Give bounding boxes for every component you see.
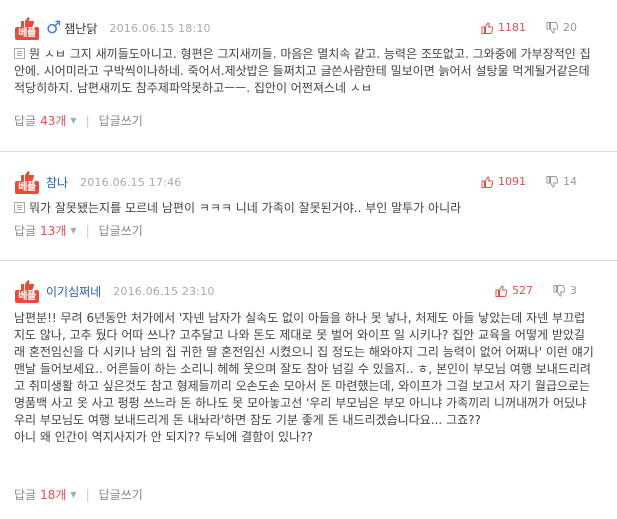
chevron-down-icon: ▼ xyxy=(70,226,77,235)
comment-header: 베플 ♂ 잼난닭 2016.06.15 18:10 xyxy=(14,16,211,40)
comment-list: 베플 ♂ 잼난닭 2016.06.15 18:10 1181 20 뭔 ㅅㅂ 그… xyxy=(0,0,617,518)
downvote-count: 14 xyxy=(563,175,577,188)
thumbs-up-icon xyxy=(481,175,493,188)
comment-header: 베플 이기심쩌네 2016.06.15 23:10 xyxy=(14,279,215,303)
vote-box: 1091 14 xyxy=(481,175,577,188)
mobile-icon xyxy=(14,202,25,213)
downvote-button[interactable]: 14 xyxy=(546,175,577,188)
chevron-down-icon: ▼ xyxy=(70,490,77,499)
divider: | xyxy=(85,113,90,128)
best-label: 베플 xyxy=(15,289,39,303)
write-reply-button[interactable]: 답글쓰기 xyxy=(99,486,143,503)
comment-footer: 답글 43개 ▼ | 답글쓰기 xyxy=(14,112,143,129)
comment-body: 뭔 ㅅㅂ 그지 새끼들도아니고. 형편은 그지새끼들. 마음은 멸치속 같고. … xyxy=(14,46,595,97)
comment-date: 2016.06.15 23:10 xyxy=(113,284,215,298)
reply-count: 43개 xyxy=(40,114,67,128)
reply-label: 답글 xyxy=(14,488,37,502)
comment-header: 베플 참나 2016.06.15 17:46 xyxy=(14,170,181,194)
write-reply-button[interactable]: 답글쓰기 xyxy=(99,222,143,239)
upvote-button[interactable]: 1181 xyxy=(481,21,526,34)
comment-footer: 답글 13개 ▼ | 답글쓰기 xyxy=(14,222,143,239)
best-label: 베플 xyxy=(15,26,39,40)
reply-toggle[interactable]: 답글 43개 ▼ xyxy=(14,112,77,129)
thumbs-up-icon xyxy=(21,170,34,181)
reply-count: 18개 xyxy=(40,488,67,502)
downvote-button[interactable]: 3 xyxy=(553,284,577,297)
comment-text: 남편분!! 무려 6년동안 처가에서 '자넨 남자가 실속도 없이 아들을 하나… xyxy=(14,311,594,444)
upvote-count: 1181 xyxy=(498,21,526,34)
thumbs-up-icon xyxy=(21,279,34,290)
thumbs-down-icon xyxy=(546,175,558,188)
comment-text: 뭐가 잘못됐는지를 모르네 남편이 ㅋㅋㅋ 니네 가족이 잘못된거야.. 부인 … xyxy=(29,201,462,215)
reply-label: 답글 xyxy=(14,114,37,128)
nickname[interactable]: 잼난닭 xyxy=(64,20,97,37)
comment-item: 베플 ♂ 잼난닭 2016.06.15 18:10 1181 20 뭔 ㅅㅂ 그… xyxy=(0,0,617,145)
thumbs-down-icon xyxy=(553,284,565,297)
thumbs-up-icon xyxy=(481,21,493,34)
upvote-button[interactable]: 527 xyxy=(495,284,533,297)
vote-box: 1181 20 xyxy=(481,21,577,34)
write-reply-button[interactable]: 답글쓰기 xyxy=(99,112,143,129)
vote-box: 527 3 xyxy=(495,284,577,297)
upvote-count: 1091 xyxy=(498,175,526,188)
thumbs-up-icon xyxy=(495,284,507,297)
best-label: 베플 xyxy=(15,180,39,194)
upvote-button[interactable]: 1091 xyxy=(481,175,526,188)
comment-text: 뭔 ㅅㅂ 그지 새끼들도아니고. 형편은 그지새끼들. 마음은 멸치속 같고. … xyxy=(14,47,591,95)
reply-label: 답글 xyxy=(14,224,37,238)
downvote-button[interactable]: 20 xyxy=(546,21,577,34)
best-badge: 베플 xyxy=(14,279,40,303)
best-badge: 베플 xyxy=(14,16,40,40)
thumbs-up-icon xyxy=(21,16,34,27)
comment-footer: 답글 18개 ▼ | 답글쓰기 xyxy=(14,486,143,503)
comment-body: 뭐가 잘못됐는지를 모르네 남편이 ㅋㅋㅋ 니네 가족이 잘못된거야.. 부인 … xyxy=(14,200,595,217)
downvote-count: 20 xyxy=(563,21,577,34)
comment-body: 남편분!! 무려 6년동안 처가에서 '자넨 남자가 실속도 없이 아들을 하나… xyxy=(14,310,595,446)
male-icon: ♂ xyxy=(46,17,62,38)
best-badge: 베플 xyxy=(14,170,40,194)
comment-date: 2016.06.15 17:46 xyxy=(80,175,182,189)
nickname[interactable]: 참나 xyxy=(46,174,68,191)
divider: | xyxy=(85,223,90,238)
downvote-count: 3 xyxy=(570,284,577,297)
comment-date: 2016.06.15 18:10 xyxy=(109,21,211,35)
comment-item: 베플 참나 2016.06.15 17:46 1091 14 뭐가 잘못됐는지를… xyxy=(0,151,617,255)
nickname[interactable]: 이기심쩌네 xyxy=(46,283,101,300)
thumbs-down-icon xyxy=(546,21,558,34)
upvote-count: 527 xyxy=(512,284,533,297)
reply-toggle[interactable]: 답글 18개 ▼ xyxy=(14,486,77,503)
comment-item: 베플 이기심쩌네 2016.06.15 23:10 527 3 남편분!! 무려… xyxy=(0,260,617,519)
mobile-icon xyxy=(14,48,25,59)
reply-toggle[interactable]: 답글 13개 ▼ xyxy=(14,222,77,239)
divider: | xyxy=(85,487,90,502)
chevron-down-icon: ▼ xyxy=(70,116,77,125)
reply-count: 13개 xyxy=(40,224,67,238)
